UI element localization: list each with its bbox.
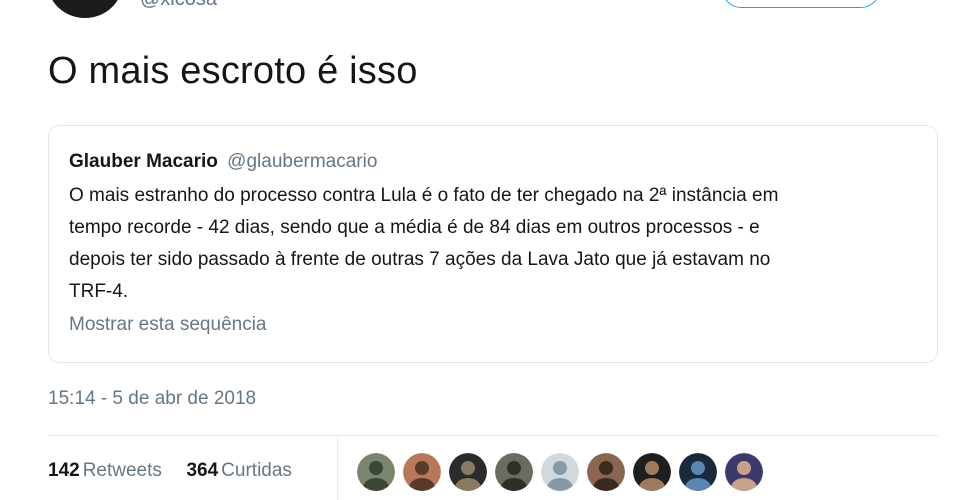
divider: [48, 435, 938, 436]
quoted-text-line: depois ter sido passado à frente de outr…: [69, 249, 771, 270]
tweet-text: O mais escroto é isso: [48, 50, 418, 92]
likes-count: 364: [186, 460, 219, 481]
liker-avatar-4[interactable]: [495, 453, 533, 491]
quoted-author-handle[interactable]: @glaubermacario: [227, 151, 377, 172]
stats-separator: [337, 436, 338, 500]
retweets-count: 142: [48, 460, 80, 481]
liker-avatar-6[interactable]: [587, 453, 625, 491]
quoted-author-name[interactable]: Glauber Macario: [69, 151, 218, 172]
likes-label: Curtidas: [221, 460, 292, 481]
author-avatar[interactable]: [48, 0, 122, 18]
retweets-stat[interactable]: 142 Retweets: [48, 460, 167, 481]
liker-avatar-2[interactable]: [403, 453, 441, 491]
quoted-text-line: TRF-4.: [69, 281, 129, 302]
author-handle[interactable]: @xicosa: [140, 0, 217, 11]
liker-avatar-3[interactable]: [449, 453, 487, 491]
tweet-timestamp[interactable]: 15:14 - 5 de abr de 2018: [48, 388, 256, 410]
liker-avatar-8[interactable]: [679, 453, 717, 491]
quoted-text-line: O mais estranho do processo contra Lula …: [69, 185, 779, 206]
retweets-label: Retweets: [82, 460, 162, 481]
liker-avatar-9[interactable]: [725, 453, 763, 491]
quoted-tweet-header: Glauber Macario @glaubermacario: [69, 150, 377, 174]
follow-button[interactable]: [722, 0, 880, 8]
liker-avatar-7[interactable]: [633, 453, 671, 491]
quoted-tweet-card[interactable]: Glauber Macario @glaubermacario O mais e…: [48, 125, 938, 363]
liker-avatar-1[interactable]: [357, 453, 395, 491]
quoted-text-line: tempo recorde - 42 dias, sendo que a méd…: [69, 217, 760, 238]
liker-avatar-5[interactable]: [541, 453, 579, 491]
tweet-stats: 142 Retweets 364 Curtidas: [48, 460, 292, 482]
quoted-tweet-text: O mais estranho do processo contra Lula …: [69, 180, 919, 308]
likes-stat[interactable]: 364 Curtidas: [186, 460, 291, 481]
show-thread-link[interactable]: Mostrar esta sequência: [69, 314, 267, 336]
